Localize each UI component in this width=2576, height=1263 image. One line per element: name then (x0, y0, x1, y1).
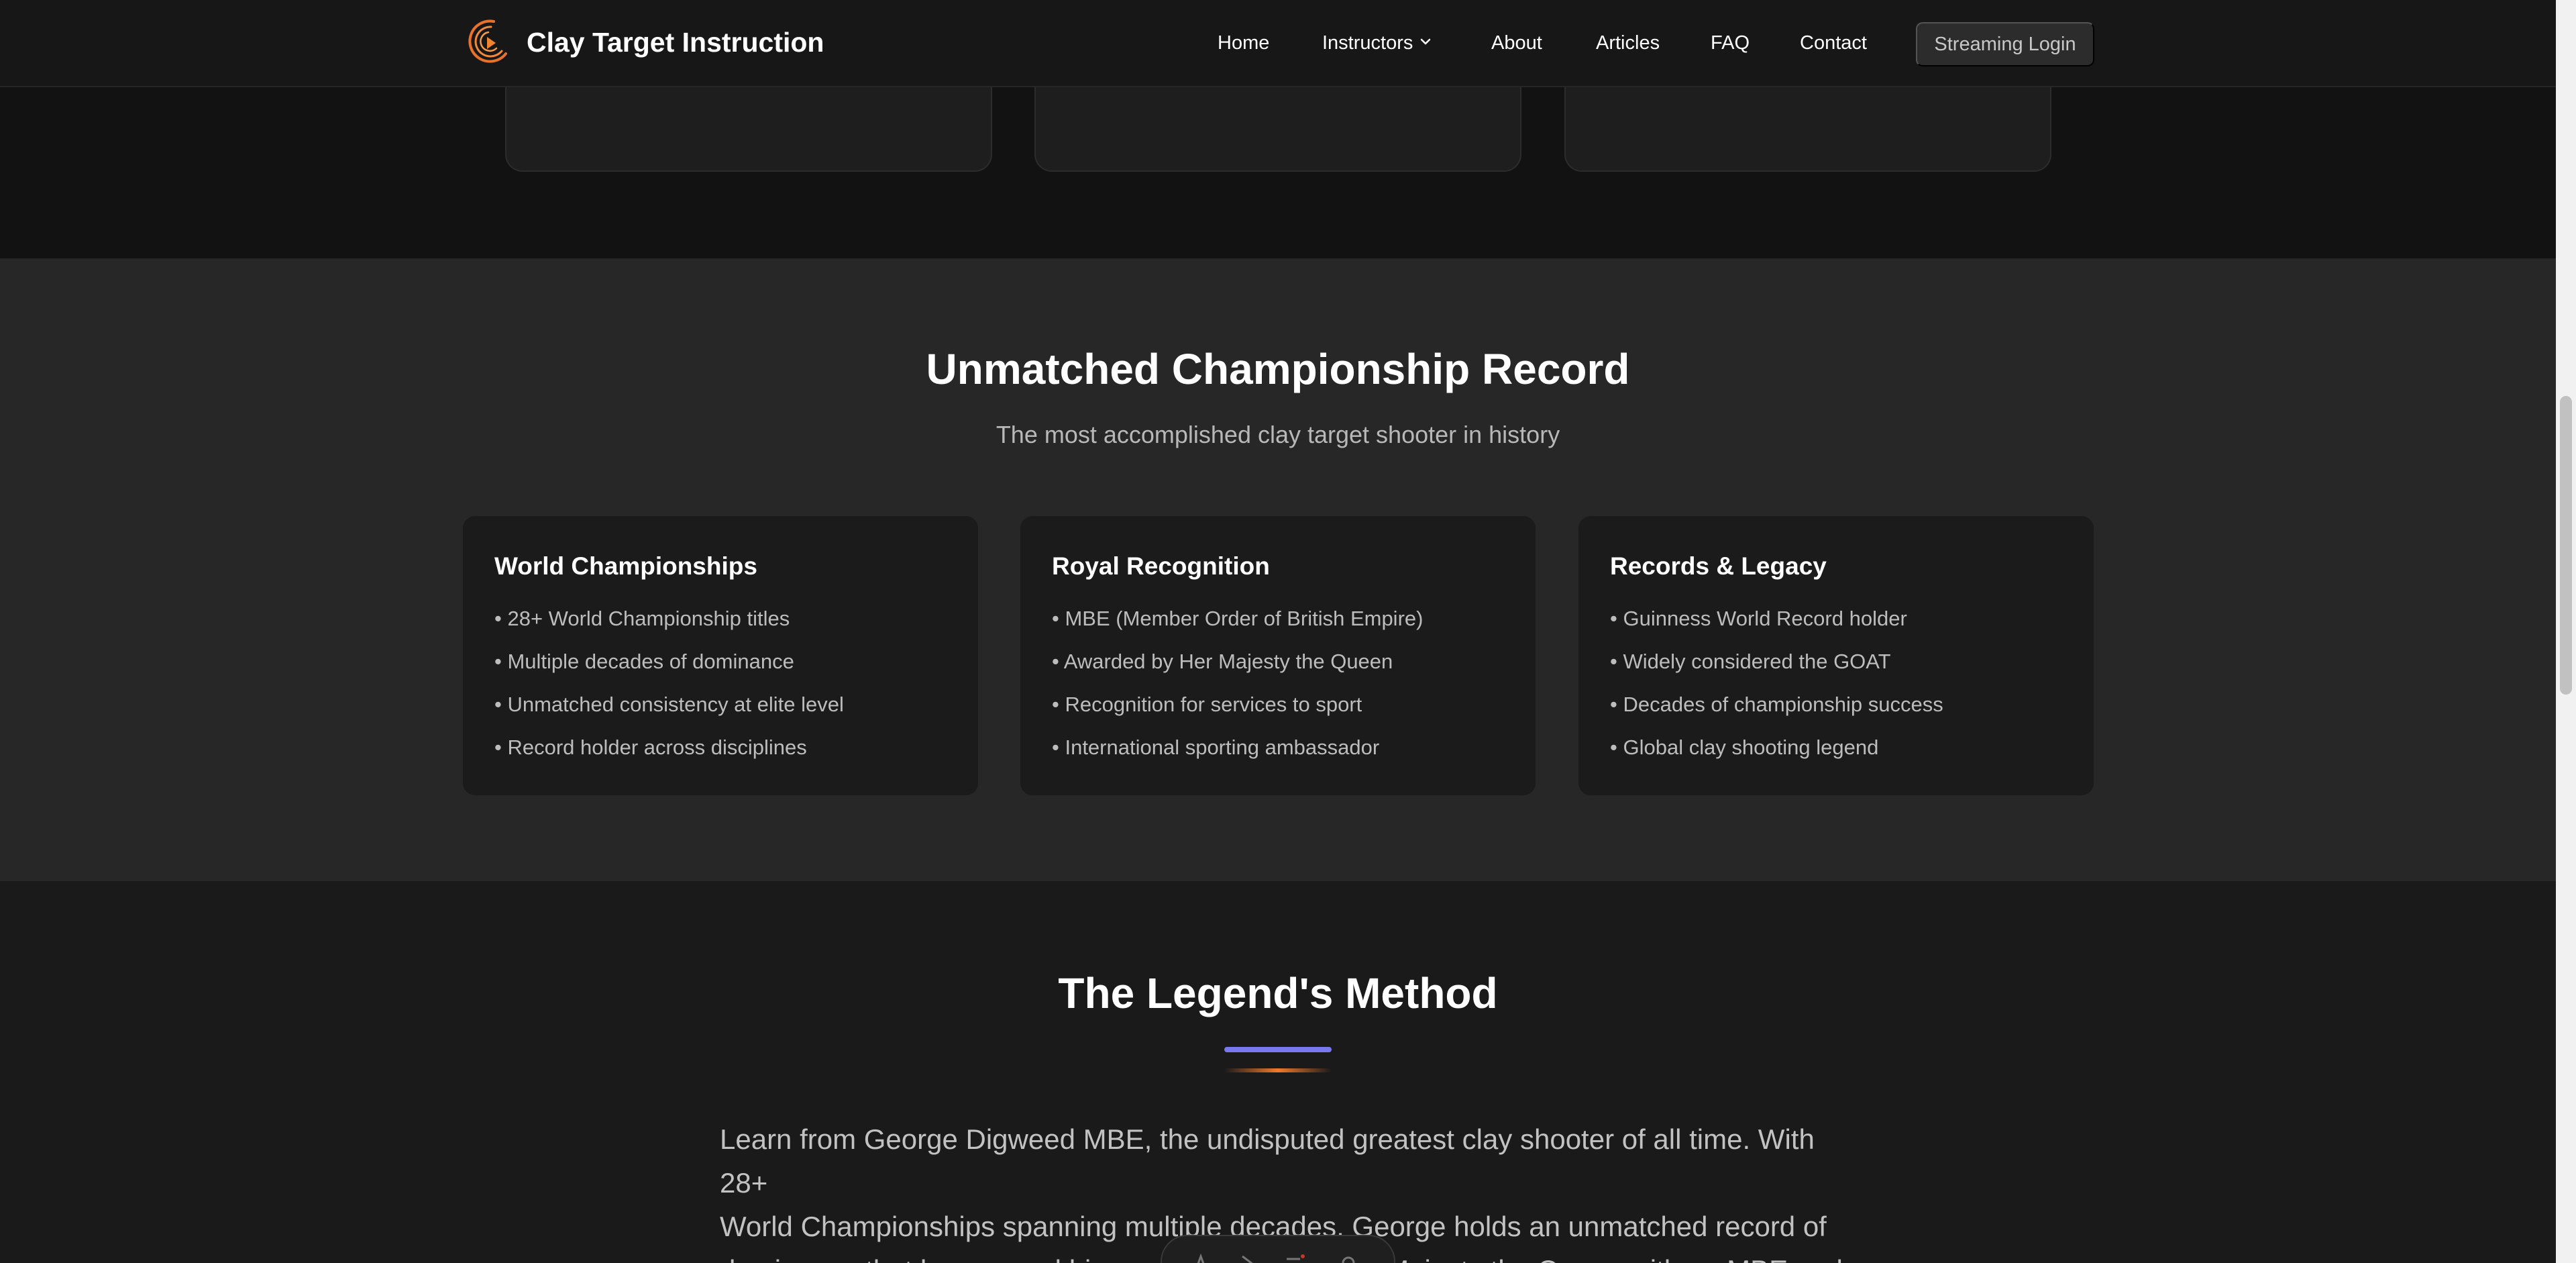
panel-records-legacy: Records & Legacy • Guinness World Record… (1578, 516, 2094, 795)
title-underline (1224, 1047, 1332, 1052)
nav-instructors[interactable]: Instructors (1322, 32, 1413, 54)
nav-home[interactable]: Home (1218, 32, 1269, 54)
title-glow-line (1224, 1068, 1332, 1072)
floating-toolbar[interactable] (1161, 1235, 1395, 1263)
list-item: • 28+ World Championship titles (494, 607, 790, 630)
panel-title: Royal Recognition (1052, 552, 1270, 580)
panel-royal-recognition: Royal Recognition • MBE (Member Order of… (1020, 516, 1536, 795)
list-item: • Recognition for services to sport (1052, 693, 1362, 716)
section-subtitle: The most accomplished clay target shoote… (996, 421, 1560, 448)
section-title: The Legend's Method (1058, 969, 1498, 1017)
pointer-icon[interactable] (1236, 1251, 1260, 1263)
method-section: The Legend's Method Learn from George Di… (0, 881, 2556, 1263)
site-header: Clay Target Instruction Home Instructors… (0, 0, 2556, 87)
list-item: • Unmatched consistency at elite level (494, 693, 844, 716)
section-title: Unmatched Championship Record (926, 345, 1630, 393)
paragraph-line: Learn from George Digweed MBE, the undis… (720, 1123, 1815, 1199)
nav-articles[interactable]: Articles (1596, 32, 1660, 54)
list-item: • Record holder across disciplines (494, 736, 807, 759)
page: Clay Target Instruction Home Instructors… (0, 0, 2556, 1263)
brand-link[interactable]: Clay Target Instruction (527, 27, 824, 58)
list-icon[interactable] (1283, 1251, 1307, 1263)
scrollbar-thumb[interactable] (2560, 396, 2572, 695)
nav-faq[interactable]: FAQ (1711, 32, 1750, 54)
panel-world-championships: World Championships • 28+ World Champion… (463, 516, 978, 795)
list-item: • MBE (Member Order of British Empire) (1052, 607, 1424, 630)
gear-icon[interactable] (1336, 1251, 1360, 1263)
panel-title: Records & Legacy (1610, 552, 1827, 580)
nav-contact[interactable]: Contact (1800, 32, 1867, 54)
championship-section: Unmatched Championship Record The most a… (0, 258, 2556, 881)
chevron-down-icon[interactable] (1417, 34, 1434, 50)
scrollbar[interactable] (2556, 0, 2576, 1263)
list-item: • Widely considered the GOAT (1610, 650, 1891, 673)
list-item: • Decades of championship success (1610, 693, 1943, 716)
list-item: • Multiple decades of dominance (494, 650, 794, 673)
play-circle-logo-icon[interactable] (464, 16, 510, 70)
list-item: • Global clay shooting legend (1610, 736, 1879, 759)
nav-about[interactable]: About (1491, 32, 1542, 54)
list-item: • Awarded by Her Majesty the Queen (1052, 650, 1393, 673)
streaming-login-button[interactable]: Streaming Login (1916, 22, 2094, 66)
panel-title: World Championships (494, 552, 757, 580)
list-item: • Guinness World Record holder (1610, 607, 1907, 630)
list-item: • International sporting ambassador (1052, 736, 1380, 759)
text-icon[interactable] (1189, 1251, 1213, 1263)
